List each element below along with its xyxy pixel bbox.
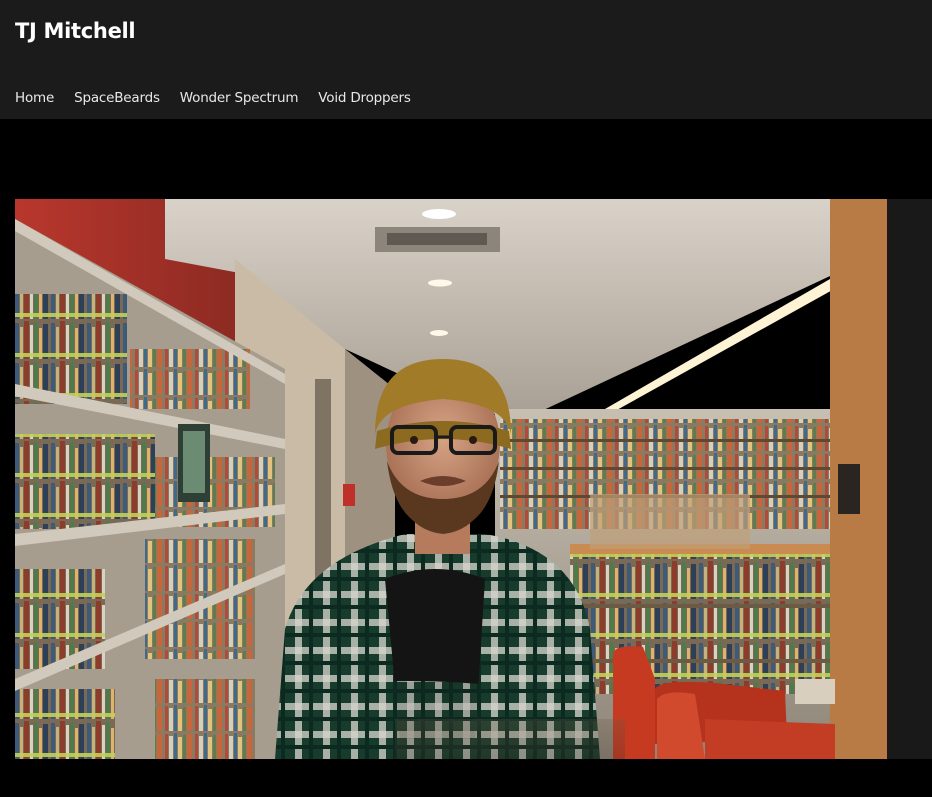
nav-item-home[interactable]: Home bbox=[15, 90, 54, 106]
nav-item-wonder-spectrum[interactable]: Wonder Spectrum bbox=[180, 90, 299, 106]
hero-photo bbox=[15, 199, 887, 759]
nav-item-spacebeards[interactable]: SpaceBeards bbox=[74, 90, 160, 106]
site-header: TJ Mitchell Home SpaceBeards Wonder Spec… bbox=[0, 0, 932, 119]
nav-item-void-droppers[interactable]: Void Droppers bbox=[318, 90, 411, 106]
site-title-link[interactable]: TJ Mitchell bbox=[15, 19, 136, 43]
hero-photo-edge bbox=[887, 199, 932, 759]
main-nav: Home SpaceBeards Wonder Spectrum Void Dr… bbox=[15, 90, 411, 106]
library-portrait-image bbox=[15, 199, 887, 759]
